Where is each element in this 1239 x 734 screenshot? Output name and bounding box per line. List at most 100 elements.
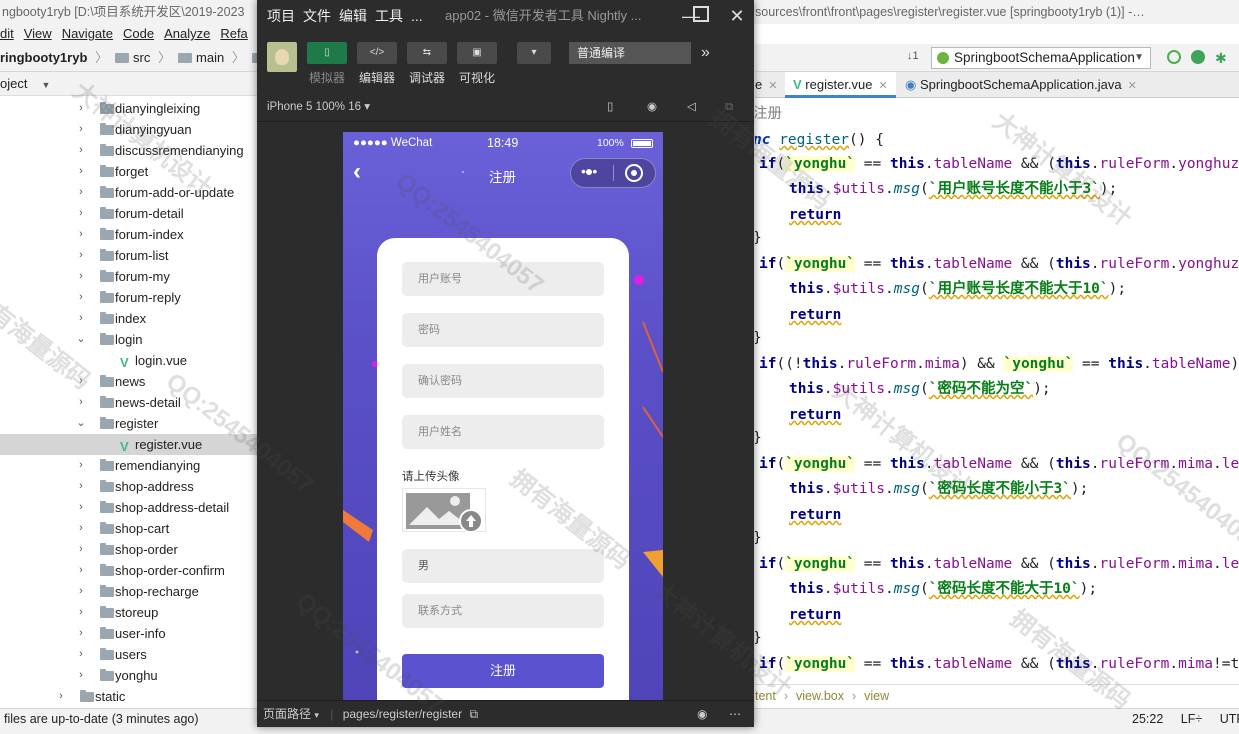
chevron-right-icon[interactable]: › [76,161,86,182]
simulator-button[interactable]: ▯ [307,42,347,64]
chevron-right-icon[interactable]: › [76,98,86,119]
chevron-right-icon[interactable]: › [76,644,86,665]
popout-icon[interactable]: ⧉ [725,92,733,122]
devtools-menu-item-1[interactable]: 文件 [303,8,331,24]
page-path-label[interactable]: 页面路径 [263,707,311,721]
tree-item[interactable]: › dianyingleixing [0,98,258,119]
tree-item[interactable]: › news [0,371,258,392]
chevron-right-icon[interactable]: › [76,581,86,602]
tree-item[interactable]: › storeup [0,602,258,623]
chevron-right-icon[interactable]: › [76,224,86,245]
tree-item[interactable]: › forum-reply [0,287,258,308]
eye-icon[interactable]: ◉ [697,701,707,727]
file-encoding[interactable]: UTF-8 [1220,712,1239,726]
back-icon[interactable]: ‹ [353,158,361,186]
coverage-icon[interactable]: ✱ [1215,50,1231,66]
run-config-select[interactable]: SpringbootSchemaApplication ▼ [931,47,1151,69]
menu-item-5[interactable]: Refa [220,26,247,41]
gender-select[interactable]: 男 [402,549,604,583]
close-icon[interactable]: ✕ [725,4,749,28]
chevron-right-icon[interactable]: › [76,476,86,497]
close-icon[interactable]: ✕ [1128,80,1137,92]
tree-item[interactable]: › forum-add-or-update [0,182,258,203]
visual-button[interactable]: ▣ [457,42,497,64]
name-input[interactable]: 用户姓名 [402,415,604,449]
confirm-password-input[interactable]: 确认密码 [402,364,604,398]
debugger-button[interactable]: ⇆ [407,42,447,64]
cursor-position[interactable]: 25:22 [1132,712,1163,726]
tree-item[interactable]: › index [0,308,258,329]
tree-item[interactable]: › shop-address [0,476,258,497]
compile-mode-select[interactable]: 普通编译 [569,42,691,64]
code-editor[interactable]: 注册 nc register() { if(`yonghu` == this.t… [755,98,1239,678]
tree-item[interactable]: › forum-my [0,266,258,287]
chevron-right-icon[interactable]: › [76,539,86,560]
tree-item[interactable]: › static [0,686,258,707]
tree-item[interactable]: › shop-cart [0,518,258,539]
crumb-view-box[interactable]: view.box [796,689,844,703]
chevron-right-icon[interactable]: › [76,140,86,161]
tree-item[interactable]: › forum-index [0,224,258,245]
chevron-down-icon[interactable]: ⌄ [76,329,86,350]
more-icon[interactable]: ⋯ [729,701,741,727]
chevron-right-icon[interactable]: › [56,686,66,707]
tree-item[interactable]: › forum-list [0,245,258,266]
menu-item-2[interactable]: Navigate [62,26,113,41]
chevron-right-icon[interactable]: › [76,245,86,266]
chevron-right-icon[interactable]: › [76,602,86,623]
tab-previous[interactable]: e ✕ [755,72,785,98]
tree-item[interactable]: › forget [0,161,258,182]
maximize-icon[interactable] [693,6,709,22]
record-icon[interactable]: ◉ [647,92,657,122]
more-dots-icon[interactable]: •●• [581,163,597,179]
nav-project[interactable]: ringbooty1ryb [0,50,87,65]
line-separator[interactable]: LF÷ [1181,712,1202,726]
device-select[interactable]: iPhone 5 100% 16 ▾ [267,101,370,113]
password-input[interactable]: 密码 [402,313,604,347]
tree-item[interactable]: › news-detail [0,392,258,413]
tree-item[interactable]: ⌄ register [0,413,258,434]
rerun-icon[interactable] [1167,50,1181,64]
chevron-down-icon[interactable]: ▼ [41,80,50,90]
avatar-upload[interactable] [402,488,486,533]
chevron-right-icon[interactable]: › [76,371,86,392]
menu-item-3[interactable]: Code [123,26,154,41]
devtools-menu-item-3[interactable]: 工具 [375,8,403,24]
avatar[interactable] [267,42,297,72]
debug-bug-icon[interactable] [1191,50,1205,64]
contact-input[interactable]: 联系方式 [402,594,604,628]
chevron-right-icon[interactable]: › [76,266,86,287]
phone-rotate-icon[interactable]: ▯ [607,92,613,122]
tree-item[interactable]: › user-info [0,623,258,644]
register-button[interactable]: 注册 [402,654,604,688]
tree-item[interactable]: › remendianying [0,455,258,476]
tree-item[interactable]: › forum-detail [0,203,258,224]
tab-springboot-java[interactable]: ◉ SpringbootSchemaApplication.java ✕ [897,72,1145,98]
close-miniprogram-icon[interactable] [625,164,643,182]
tree-item[interactable]: › users [0,644,258,665]
tree-item[interactable]: › shop-order-confirm [0,560,258,581]
tree-item[interactable]: ⌄ login [0,329,258,350]
project-tree[interactable]: › dianyingleixing › dianyingyuan › discussrem… [0,96,258,708]
menu-item-4[interactable]: Analyze [164,26,210,41]
chevron-right-icon[interactable]: › [76,308,86,329]
chevron-right-icon[interactable]: › [76,623,86,644]
editor-button[interactable]: </> [357,42,397,64]
tree-item[interactable]: › shop-recharge [0,581,258,602]
chevron-down-icon[interactable]: ▾ [314,710,319,720]
close-icon[interactable]: ✕ [879,80,888,92]
chevron-right-icon[interactable]: › [76,392,86,413]
tree-item[interactable]: › discussremendianying [0,140,258,161]
tree-item[interactable]: Vregister.vue [0,434,258,455]
chevron-right-icon[interactable]: › [76,287,86,308]
chevron-right-icon[interactable]: › [76,518,86,539]
chevron-right-icon[interactable]: › [76,182,86,203]
tree-item[interactable]: › shop-order [0,539,258,560]
tree-item[interactable]: › shop-address-detail [0,497,258,518]
devtools-menu-item-0[interactable]: 项目 [267,8,295,24]
chevron-right-icon[interactable]: › [76,119,86,140]
chevron-right-icon[interactable]: › [76,560,86,581]
chevron-right-icon[interactable]: › [76,455,86,476]
devtools-menu-item-4[interactable]: ... [411,8,423,24]
tree-item[interactable]: Vlogin.vue [0,350,258,371]
